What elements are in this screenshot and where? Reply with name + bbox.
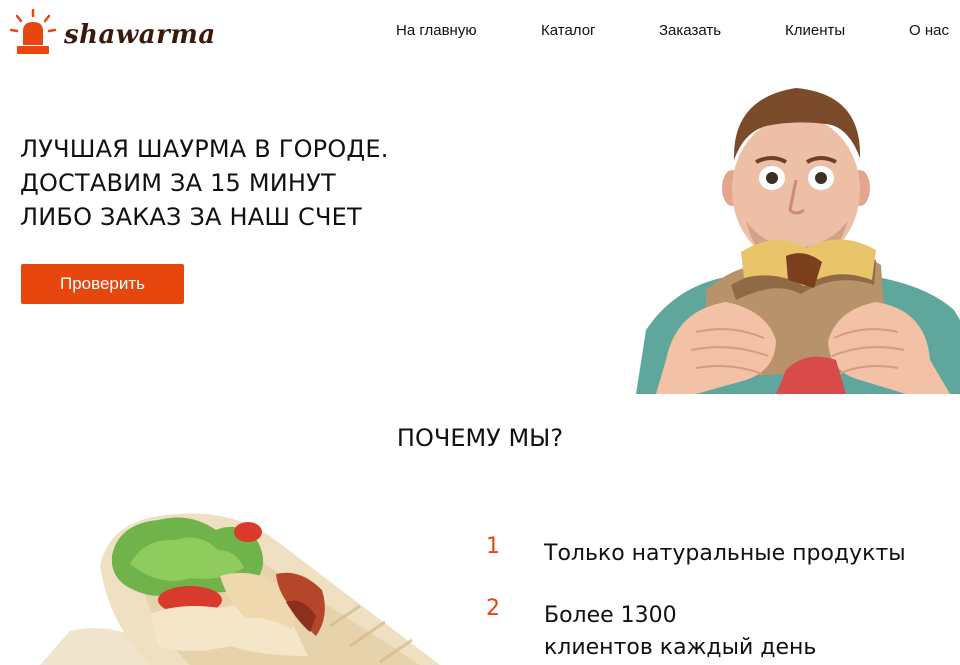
hero-title: ЛУЧШАЯ ШАУРМА В ГОРОДЕ. ДОСТАВИМ ЗА 15 М… xyxy=(20,132,480,234)
feature-text-line: Более 1300 xyxy=(544,603,677,628)
why-us-title: ПОЧЕМУ МЫ? xyxy=(396,424,564,452)
hero-title-line: ЛИБО ЗАКАЗ ЗА НАШ СЧЕТ xyxy=(20,203,362,231)
feature-text-line: Только натуральные продукты xyxy=(544,541,906,566)
main-nav: На главную Каталог Заказать Клиенты О на… xyxy=(396,22,960,46)
feature-text: Более 1300 клиентов каждый день xyxy=(544,600,816,664)
site-logo[interactable]: shawarma xyxy=(8,6,223,62)
nav-item-clients[interactable]: Клиенты xyxy=(785,22,845,39)
check-button[interactable]: Проверить xyxy=(21,264,184,304)
feature-text-line: клиентов каждый день xyxy=(544,635,817,660)
hero-title-line: ДОСТАВИМ ЗА 15 МИНУТ xyxy=(20,169,336,197)
nav-item-home[interactable]: На главную xyxy=(396,22,477,39)
nav-item-about[interactable]: О нас xyxy=(909,22,949,39)
nav-item-catalog[interactable]: Каталог xyxy=(541,22,596,39)
feature-number: 2 xyxy=(486,596,500,621)
feature-text: Только натуральные продукты xyxy=(544,538,906,570)
nav-item-order[interactable]: Заказать xyxy=(659,22,721,39)
shawarma-wrap-photo xyxy=(40,506,460,665)
hero-title-line: ЛУЧШАЯ ШАУРМА В ГОРОДЕ. xyxy=(20,135,389,163)
siren-light-icon xyxy=(8,8,58,59)
man-eating-shawarma-photo xyxy=(636,80,960,394)
feature-number: 1 xyxy=(486,534,500,559)
brand-name: shawarma xyxy=(64,20,216,50)
